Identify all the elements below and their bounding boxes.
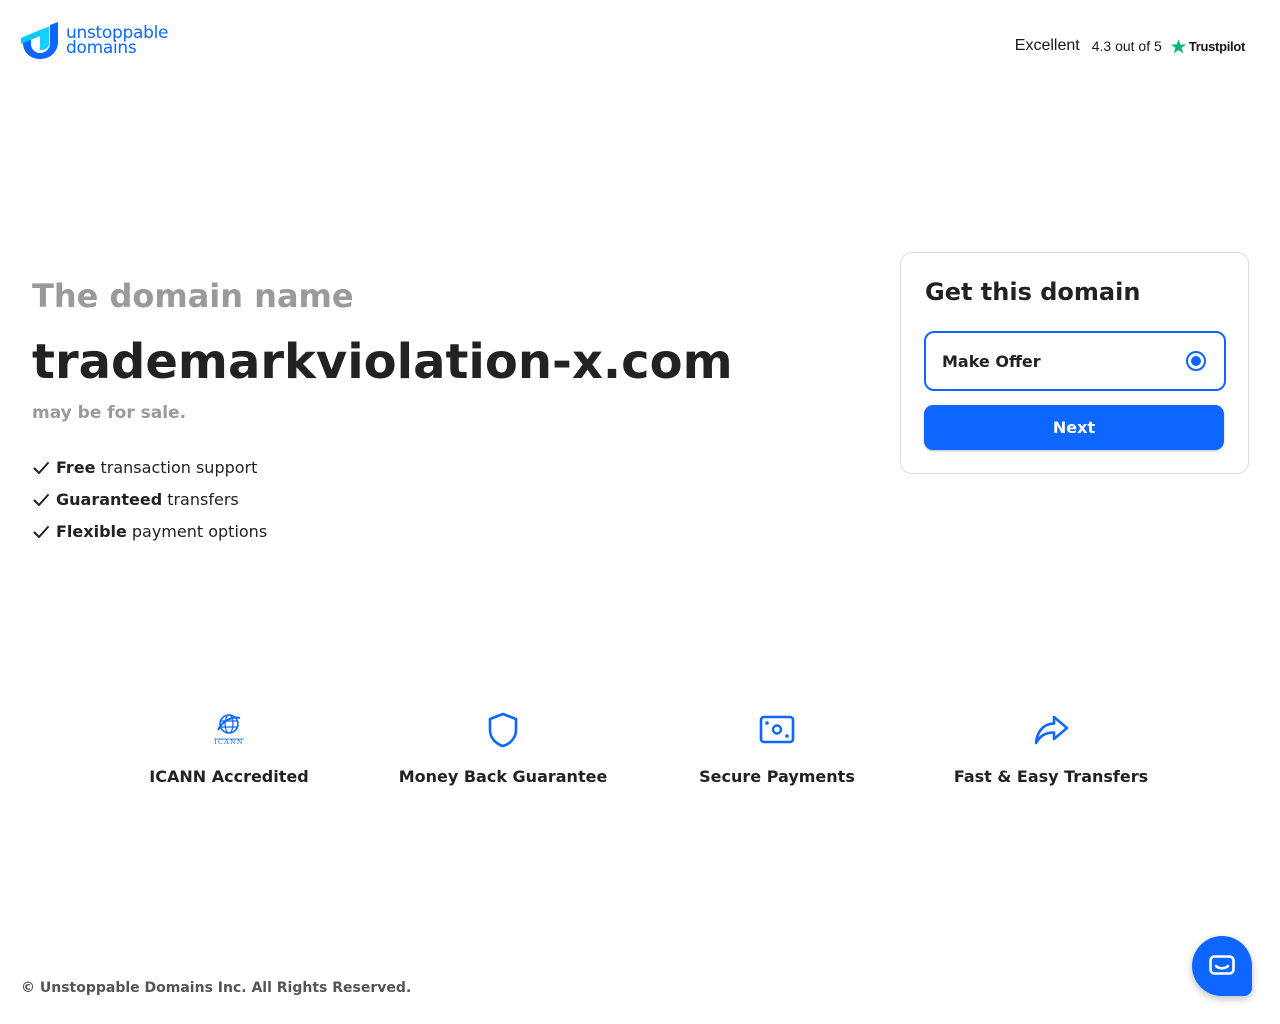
page: unstoppable domains Excellent 4.3 out of…	[0, 0, 1280, 1024]
trustpilot-widget[interactable]: Excellent 4.3 out of 5 Trustpilot	[1014, 37, 1246, 55]
next-button[interactable]: Next	[924, 405, 1224, 450]
feature-text: transaction support	[100, 458, 258, 477]
star-icon	[1170, 38, 1186, 53]
brand-line2: domains	[66, 38, 137, 58]
footer-copyright: © Unstoppable Domains Inc. All Rights Re…	[21, 980, 412, 996]
share-arrow-icon	[1034, 715, 1069, 745]
badge-money-back: Money Back Guarantee	[366, 710, 640, 787]
icann-globe-icon: ICANN	[214, 714, 244, 746]
badge-secure-payments: Secure Payments	[640, 710, 914, 787]
chat-bubble-icon	[1209, 955, 1235, 975]
feature-list: Free transaction support Guaranteed tran…	[32, 452, 733, 548]
trustpilot-rating-word: Excellent	[1014, 37, 1080, 54]
money-bill-icon	[759, 715, 795, 744]
feature-bold: Guaranteed	[56, 490, 163, 509]
feature-item: Guaranteed transfers	[32, 484, 733, 516]
hero-section: The domain name trademarkviolation-x.com…	[32, 276, 733, 548]
card-title: Get this domain	[925, 278, 1141, 306]
shield-icon	[488, 712, 518, 748]
brand-wordmark: unstoppable domains	[66, 25, 168, 58]
trustpilot-score: 4.3 out of 5	[1091, 38, 1162, 54]
domain-name: trademarkviolation-x.com	[32, 334, 733, 390]
badge-label: Money Back Guarantee	[398, 767, 608, 786]
get-domain-card: Get this domain Make Offer Next	[900, 252, 1249, 474]
chat-launcher-button[interactable]	[1192, 936, 1252, 996]
feature-bold: Flexible	[56, 522, 127, 541]
feature-item: Free transaction support	[32, 452, 733, 484]
badge-label: Secure Payments	[699, 767, 855, 786]
check-icon	[33, 462, 49, 474]
badge-label: Fast & Easy Transfers	[953, 767, 1149, 786]
hero-subtitle: may be for sale.	[32, 403, 187, 423]
make-offer-option[interactable]: Make Offer	[924, 331, 1226, 391]
check-icon	[33, 526, 49, 538]
badge-fast-transfers: Fast & Easy Transfers	[914, 710, 1188, 787]
unstoppable-u-logo-icon	[21, 22, 58, 59]
make-offer-label: Make Offer	[942, 351, 1041, 371]
badge-icann: ICANN ICANN Accredited	[92, 710, 366, 787]
feature-text: transfers	[167, 490, 239, 509]
trustpilot-brand: Trustpilot	[1188, 38, 1246, 54]
make-offer-radio[interactable]	[1186, 351, 1206, 371]
badge-label: ICANN Accredited	[149, 767, 309, 786]
hero-kicker: The domain name	[32, 277, 354, 315]
brand-logo[interactable]: unstoppable domains	[20, 22, 168, 60]
feature-text: payment options	[131, 522, 268, 541]
feature-item: Flexible payment options	[32, 516, 733, 548]
check-icon	[33, 494, 49, 506]
radio-selected-dot	[1191, 356, 1201, 366]
feature-bold: Free	[56, 458, 96, 477]
